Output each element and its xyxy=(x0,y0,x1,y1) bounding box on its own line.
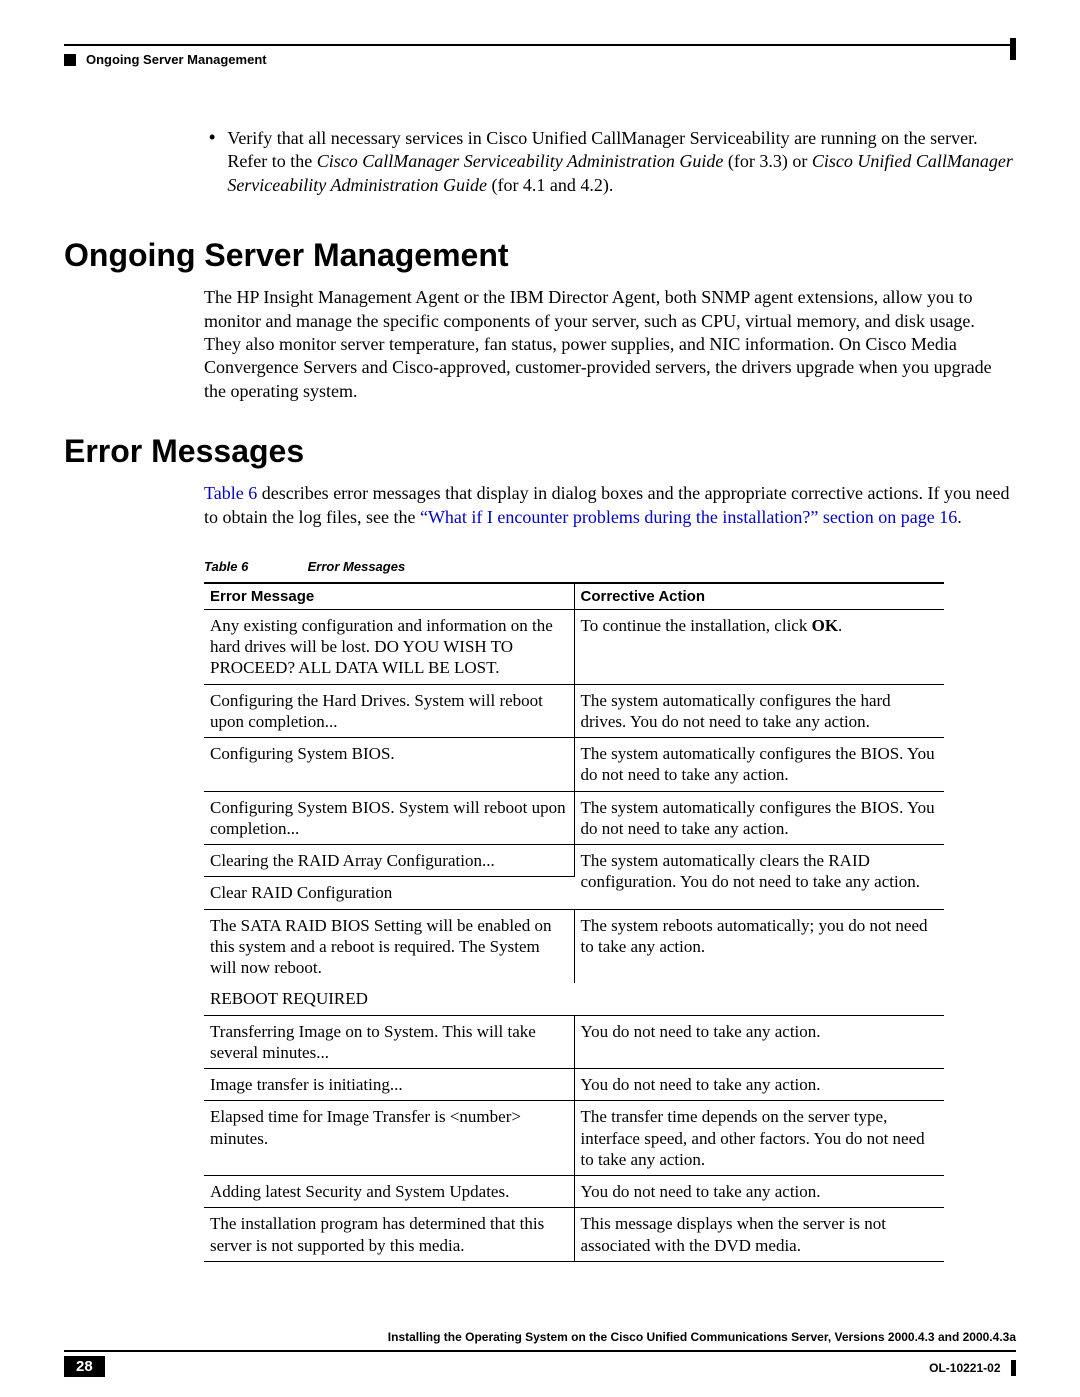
footer-edge-mark xyxy=(1011,1360,1016,1376)
err-msg-cell: Elapsed time for Image Transfer is <numb… xyxy=(204,1101,574,1176)
running-header: Ongoing Server Management xyxy=(64,44,1016,67)
header-edge-mark xyxy=(1010,38,1016,60)
err-msg-cell: The SATA RAID BIOS Setting will be enabl… xyxy=(204,909,574,983)
table-row: Elapsed time for Image Transfer is <numb… xyxy=(204,1101,944,1176)
err-msg-cell: Configuring System BIOS. xyxy=(204,738,574,792)
footer-rule xyxy=(64,1350,1016,1352)
bullet-item: • Verify that all necessary services in … xyxy=(209,127,1016,197)
action-cell: The system automatically configures the … xyxy=(574,684,944,738)
err-msg-cell: Configuring System BIOS. System will reb… xyxy=(204,791,574,845)
section-heading-ongoing: Ongoing Server Management xyxy=(64,237,1016,274)
table-row: The SATA RAID BIOS Setting will be enabl… xyxy=(204,909,944,983)
header-section-text: Ongoing Server Management xyxy=(86,52,267,67)
page-number: 28 xyxy=(64,1356,105,1377)
bullet-dot-icon: • xyxy=(209,127,215,197)
err-msg-cell: Any existing configuration and informati… xyxy=(204,609,574,684)
action-cell: The system automatically configures the … xyxy=(574,791,944,845)
table-row: Configuring System BIOS. System will reb… xyxy=(204,791,944,845)
footer-doc-title: Installing the Operating System on the C… xyxy=(64,1330,1016,1344)
page-footer: Installing the Operating System on the C… xyxy=(64,1330,1016,1377)
bullet-text: Verify that all necessary services in Ci… xyxy=(227,127,1016,197)
header-square-icon xyxy=(64,54,76,66)
table6-link[interactable]: Table 6 xyxy=(204,483,257,503)
action-cell: This message displays when the server is… xyxy=(574,1208,944,1262)
bullet-text-c: (for 4.1 and 4.2). xyxy=(487,175,613,195)
err-msg-cell: Image transfer is initiating... xyxy=(204,1069,574,1101)
table-row: Any existing configuration and informati… xyxy=(204,609,944,684)
table-caption-label: Table 6 xyxy=(204,559,304,574)
bullet-italic-a: Cisco CallManager Serviceability Adminis… xyxy=(317,151,724,171)
action-cell: The system automatically configures the … xyxy=(574,738,944,792)
table-caption: Table 6 Error Messages xyxy=(204,559,1016,574)
table-caption-title: Error Messages xyxy=(308,559,406,574)
table-row: Configuring System BIOS. The system auto… xyxy=(204,738,944,792)
table-row: Image transfer is initiating... You do n… xyxy=(204,1069,944,1101)
table-row: Configuring the Hard Drives. System will… xyxy=(204,684,944,738)
table-row: Adding latest Security and System Update… xyxy=(204,1176,944,1208)
section-heading-errors: Error Messages xyxy=(64,433,1016,470)
action-cell: To continue the installation, click OK. xyxy=(574,609,944,684)
table-header-action: Corrective Action xyxy=(574,583,944,610)
error-messages-table: Error Message Corrective Action Any exis… xyxy=(204,582,944,1262)
action-cell: You do not need to take any action. xyxy=(574,1069,944,1101)
err-msg-cell: Clear RAID Configuration xyxy=(204,877,574,909)
action-cell: You do not need to take any action. xyxy=(574,1015,944,1069)
err-msg-cell: Configuring the Hard Drives. System will… xyxy=(204,684,574,738)
table-header-error: Error Message xyxy=(204,583,574,610)
action-cell: The system reboots automatically; you do… xyxy=(574,909,944,1015)
table-row: The installation program has determined … xyxy=(204,1208,944,1262)
section1-paragraph: The HP Insight Management Agent or the I… xyxy=(204,286,1016,403)
err-msg-cell: REBOOT REQUIRED xyxy=(204,983,574,1015)
action-cell: The transfer time depends on the server … xyxy=(574,1101,944,1176)
err-msg-cell: Transferring Image on to System. This wi… xyxy=(204,1015,574,1069)
action-text-a: To continue the installation, click xyxy=(581,616,812,635)
action-cell: You do not need to take any action. xyxy=(574,1176,944,1208)
faq-link[interactable]: “What if I encounter problems during the… xyxy=(420,507,957,527)
sec2-text-c: . xyxy=(957,507,962,527)
action-text-b: . xyxy=(838,616,842,635)
err-msg-cell: Adding latest Security and System Update… xyxy=(204,1176,574,1208)
table-row: Transferring Image on to System. This wi… xyxy=(204,1015,944,1069)
action-cell: The system automatically clears the RAID… xyxy=(574,845,944,910)
section2-paragraph: Table 6 describes error messages that di… xyxy=(204,482,1016,529)
err-msg-cell: Clearing the RAID Array Configuration... xyxy=(204,845,574,877)
doc-id: OL-10221-02 xyxy=(929,1361,1000,1375)
table-row: Clearing the RAID Array Configuration...… xyxy=(204,845,944,877)
bullet-text-b: (for 3.3) or xyxy=(723,151,811,171)
action-bold: OK xyxy=(812,616,838,635)
err-msg-cell: The installation program has determined … xyxy=(204,1208,574,1262)
